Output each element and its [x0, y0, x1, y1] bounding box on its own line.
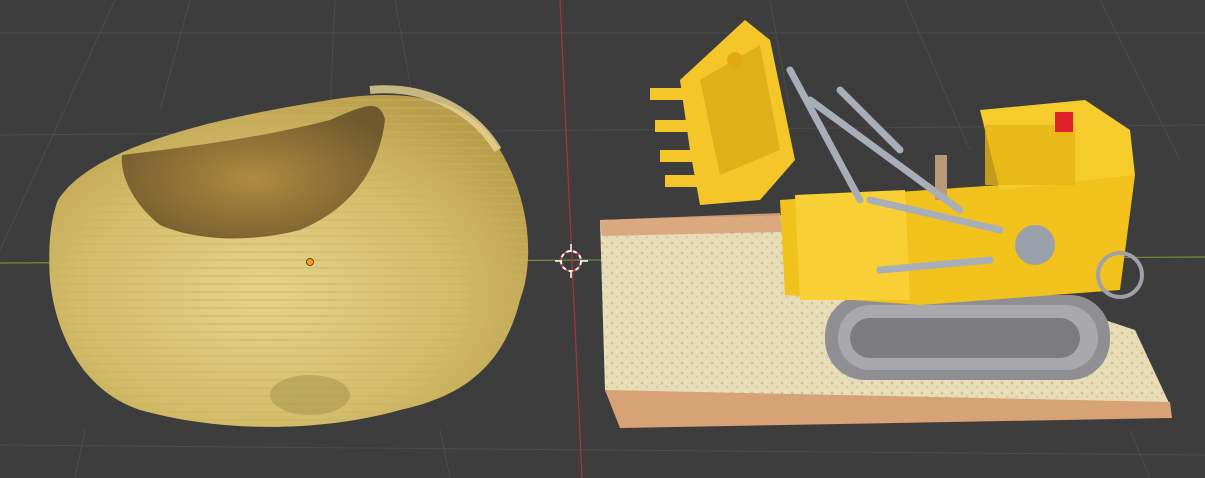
bowl-object[interactable] — [49, 85, 529, 427]
bowl-origin-dot — [306, 258, 314, 266]
tracks — [825, 295, 1110, 380]
y-axis-line — [559, 0, 583, 478]
bulldozer-bucket — [650, 20, 795, 205]
3d-viewport[interactable] — [0, 0, 1205, 478]
bulldozer-body — [780, 100, 1144, 305]
lego-bulldozer-object[interactable] — [600, 20, 1172, 428]
